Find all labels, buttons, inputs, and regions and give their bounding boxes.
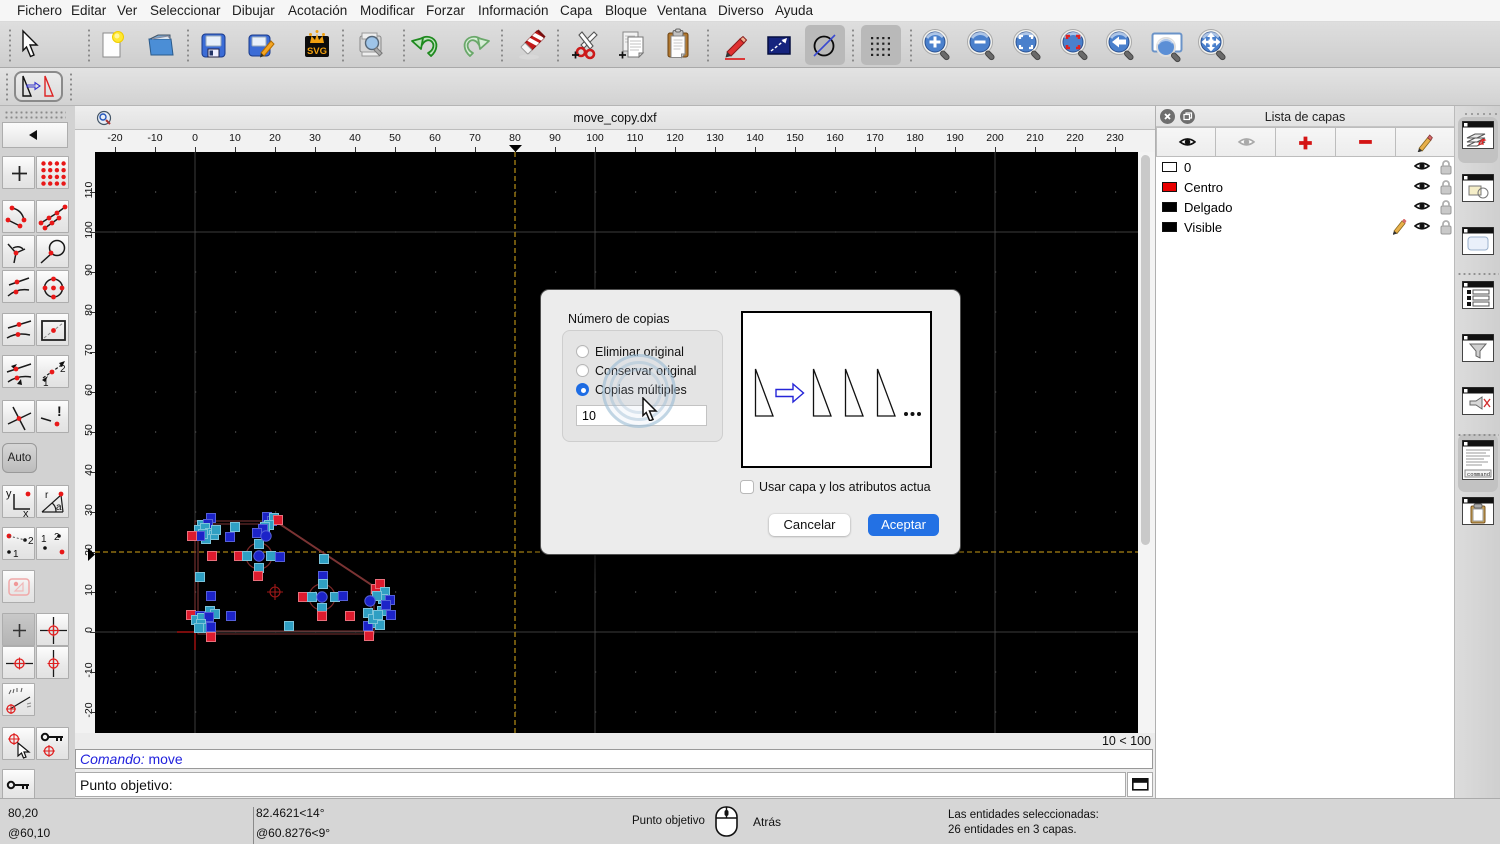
svg-text:1: 1 <box>43 378 49 389</box>
svg-text:a: a <box>56 502 62 513</box>
svg-text:SVG: SVG <box>307 46 327 57</box>
svg-text:y: y <box>6 488 12 500</box>
svg-text:command: command <box>1467 471 1490 478</box>
svg-text:2: 2 <box>28 536 34 547</box>
svg-text:2: 2 <box>60 364 66 375</box>
svg-text:x: x <box>23 508 29 519</box>
svg-text:!: ! <box>57 403 62 419</box>
svg-text:r: r <box>45 490 49 501</box>
svg-text:1: 1 <box>13 549 19 560</box>
svg-text:1: 1 <box>41 534 47 545</box>
svg-text:2: 2 <box>54 532 60 543</box>
